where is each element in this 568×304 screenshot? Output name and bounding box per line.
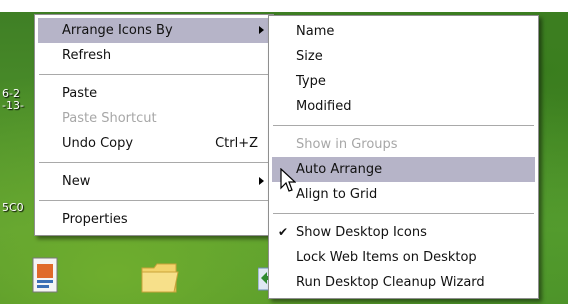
menu-separator bbox=[39, 74, 269, 75]
menu-item-paste-shortcut: Paste Shortcut bbox=[38, 106, 270, 131]
desktop-context-menu: Arrange Icons By Refresh Paste Paste Sho… bbox=[34, 14, 274, 236]
menu-separator bbox=[273, 213, 534, 214]
menu-item-label: Show Desktop Icons bbox=[296, 225, 427, 240]
submenu-arrow-icon bbox=[259, 177, 264, 185]
desktop-icon-label-fragment: -13- bbox=[2, 99, 24, 112]
arrange-icons-submenu: Name Size Type Modified Show in Groups A… bbox=[268, 15, 539, 299]
submenu-item-auto-arrange[interactable]: Auto Arrange bbox=[272, 157, 535, 182]
menu-item-label: Size bbox=[296, 49, 323, 64]
menu-item-label: Type bbox=[296, 74, 326, 89]
menu-item-new[interactable]: New bbox=[38, 169, 270, 194]
desktop-icon-label-fragment: 5C0 bbox=[2, 201, 24, 214]
menu-item-label: Paste Shortcut bbox=[62, 111, 157, 126]
submenu-item-align-to-grid[interactable]: Align to Grid bbox=[272, 182, 535, 207]
mouse-pointer-icon bbox=[280, 167, 297, 198]
submenu-item-lock-web-items[interactable]: Lock Web Items on Desktop bbox=[272, 245, 535, 270]
menu-item-paste[interactable]: Paste bbox=[38, 81, 270, 106]
submenu-item-size[interactable]: Size bbox=[272, 44, 535, 69]
menu-item-undo-copy[interactable]: Undo Copy Ctrl+Z bbox=[38, 131, 270, 156]
menu-item-properties[interactable]: Properties bbox=[38, 207, 270, 232]
menu-item-label: Show in Groups bbox=[296, 137, 398, 152]
menu-item-arrange-icons-by[interactable]: Arrange Icons By bbox=[38, 18, 270, 43]
checkmark-icon: ✔ bbox=[278, 225, 289, 239]
submenu-item-run-desktop-cleanup[interactable]: Run Desktop Cleanup Wizard bbox=[272, 270, 535, 295]
menu-separator bbox=[39, 200, 269, 201]
submenu-item-show-in-groups: Show in Groups bbox=[272, 132, 535, 157]
menu-item-label: Run Desktop Cleanup Wizard bbox=[296, 275, 485, 290]
submenu-item-type[interactable]: Type bbox=[272, 69, 535, 94]
menu-item-label: Refresh bbox=[62, 48, 112, 63]
menu-item-label: Modified bbox=[296, 99, 352, 114]
submenu-item-name[interactable]: Name bbox=[272, 19, 535, 44]
submenu-item-modified[interactable]: Modified bbox=[272, 94, 535, 119]
menu-item-label: Align to Grid bbox=[296, 187, 378, 202]
menu-item-refresh[interactable]: Refresh bbox=[38, 43, 270, 68]
menu-item-label: Lock Web Items on Desktop bbox=[296, 250, 477, 265]
menu-item-label: Auto Arrange bbox=[296, 162, 383, 177]
submenu-arrow-icon bbox=[259, 26, 264, 34]
menu-separator bbox=[39, 162, 269, 163]
menu-item-label: Undo Copy bbox=[62, 136, 134, 151]
document-icon[interactable] bbox=[30, 256, 62, 300]
folder-icon[interactable] bbox=[140, 260, 180, 300]
menu-item-label: Properties bbox=[62, 212, 128, 227]
menu-item-label: New bbox=[62, 174, 91, 189]
menu-item-label: Name bbox=[296, 24, 335, 39]
submenu-item-show-desktop-icons[interactable]: ✔ Show Desktop Icons bbox=[272, 220, 535, 245]
menu-item-shortcut: Ctrl+Z bbox=[215, 136, 258, 151]
menu-item-label: Arrange Icons By bbox=[62, 23, 173, 38]
menu-separator bbox=[273, 125, 534, 126]
menu-item-label: Paste bbox=[62, 86, 98, 101]
